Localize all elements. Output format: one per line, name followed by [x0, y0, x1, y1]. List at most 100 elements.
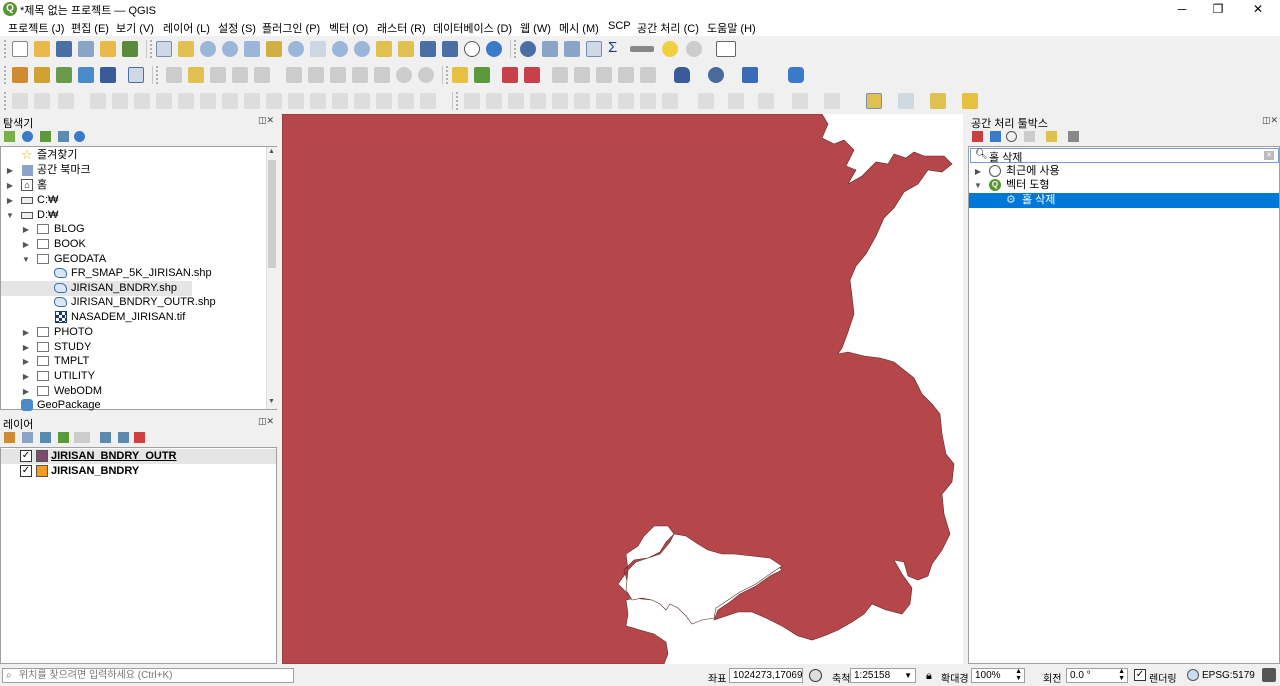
toolbar-grip[interactable] [4, 66, 8, 84]
new-print-layout-icon[interactable] [78, 41, 94, 57]
new-bookmark-icon[interactable] [420, 41, 436, 57]
layer-labeling-icon[interactable] [474, 67, 490, 83]
expand-all-icon[interactable] [100, 432, 111, 443]
toolbar-grip[interactable] [514, 40, 518, 58]
menu-layer[interactable]: 레이어 (L) [163, 20, 210, 36]
layer-visibility-checkbox[interactable]: ✓ [20, 450, 32, 462]
rotate-feature-icon[interactable] [90, 93, 106, 109]
browser-item[interactable]: NASADEM_JIRISAN.tif [1, 310, 265, 325]
show-hide-labels-icon[interactable] [524, 67, 540, 83]
merge-selected-icon[interactable] [332, 93, 348, 109]
add-selected-icon[interactable] [4, 131, 15, 142]
expand-arrow-icon[interactable]: ▶ [5, 178, 15, 193]
metasearch-icon[interactable] [708, 67, 724, 83]
reshape-features-icon[interactable] [244, 93, 260, 109]
ellipse-tool-icon[interactable] [618, 93, 634, 109]
crs-button[interactable]: EPSG:5179 [1202, 670, 1255, 681]
data-source-manager-icon[interactable] [12, 67, 28, 83]
menu-scp[interactable]: SCP [608, 20, 631, 32]
expand-arrow-icon[interactable]: ▶ [21, 340, 31, 355]
expand-arrow-icon[interactable]: ▶ [21, 325, 31, 340]
style-manager-icon[interactable] [122, 41, 138, 57]
shape-digitize-icon[interactable] [530, 93, 546, 109]
measure-icon[interactable] [630, 46, 654, 52]
toolbox-search-input[interactable]: 🔍︎ 홀 삭제 ✕ [970, 148, 1279, 164]
new-annotation-icon[interactable] [686, 41, 702, 57]
text-annotation-icon[interactable] [716, 41, 736, 57]
change-label-icon[interactable] [596, 67, 612, 83]
toolbox-group-recent[interactable]: ▶ 최근에 사용 [969, 164, 1279, 179]
new-map-view-icon[interactable] [376, 41, 392, 57]
expand-arrow-icon[interactable]: ▶ [973, 164, 983, 179]
toolbar-grip[interactable] [446, 66, 450, 84]
regular-polygon-icon[interactable] [662, 93, 678, 109]
current-edits-icon[interactable] [166, 67, 182, 83]
zoom-next-icon[interactable] [354, 41, 370, 57]
save-edits-icon[interactable] [210, 67, 226, 83]
scrollbar-thumb[interactable] [268, 160, 276, 268]
move-feature-icon[interactable] [58, 93, 74, 109]
expand-arrow-icon[interactable]: ▶ [5, 193, 15, 208]
fill-ring-icon[interactable] [178, 93, 194, 109]
zoom-full-icon[interactable] [244, 41, 260, 57]
new-geopackage-layer-icon[interactable] [34, 67, 50, 83]
save-project-icon[interactable] [56, 41, 72, 57]
cut-features-icon[interactable] [330, 67, 346, 83]
history-icon[interactable] [1006, 131, 1017, 142]
scripts-icon[interactable] [990, 131, 1001, 142]
filter-icon[interactable] [40, 131, 51, 142]
show-bookmarks-icon[interactable] [442, 41, 458, 57]
select-by-value-icon[interactable] [728, 93, 744, 109]
new-project-icon[interactable] [12, 41, 28, 57]
digitize-curve-icon[interactable] [34, 93, 50, 109]
panel-float-close-icon[interactable]: ◫✕ [258, 416, 274, 427]
collapse-arrow-icon[interactable]: ▼ [973, 178, 983, 193]
node-tool-icon[interactable] [574, 93, 590, 109]
add-group-icon[interactable] [22, 432, 33, 443]
move-label-icon[interactable] [552, 67, 568, 83]
statistical-summary-icon[interactable]: Σ [608, 39, 617, 56]
browser-item[interactable]: ▶ STUDY [1, 340, 265, 355]
chevron-down-icon[interactable]: ▼ [904, 669, 912, 682]
browser-item[interactable]: ☆ 즐겨찾기 [1, 147, 265, 163]
toolbox-algorithm-delete-holes[interactable]: ⚙ 홀 삭제 [969, 193, 1279, 208]
expand-arrow-icon[interactable]: ▶ [21, 237, 31, 252]
results-viewer-icon[interactable] [1024, 131, 1035, 142]
browser-item[interactable]: ▶ BLOG [1, 222, 265, 237]
processing-toolbox-icon[interactable] [586, 41, 602, 57]
browser-item[interactable]: FR_SMAP_5K_JIRISAN.shp [1, 266, 265, 281]
offset-point-symbols-icon[interactable] [398, 93, 414, 109]
add-raster-layer-icon[interactable] [78, 67, 94, 83]
add-delimited-text-icon[interactable] [100, 67, 116, 83]
remove-layer-icon[interactable] [134, 432, 145, 443]
simplify-feature-icon[interactable] [112, 93, 128, 109]
select-by-area-icon[interactable] [698, 93, 714, 109]
toolbar-grip[interactable] [150, 40, 154, 58]
menu-project[interactable]: 프로젝트 (J) [8, 20, 64, 36]
toolbar-grip[interactable] [156, 66, 160, 84]
menu-help[interactable]: 도움말 (H) [707, 20, 756, 36]
layer-symbol-swatch[interactable] [36, 450, 48, 462]
properties-icon[interactable] [74, 131, 85, 142]
deselect-all-icon[interactable] [758, 93, 774, 109]
render-checkbox[interactable]: ✓ [1134, 669, 1146, 681]
select-features-icon[interactable] [866, 93, 882, 109]
expand-arrow-icon[interactable]: ▶ [5, 163, 15, 178]
filter-expression-icon[interactable] [74, 432, 90, 443]
menu-settings[interactable]: 설정 (S) [218, 20, 256, 36]
magnifier-spinbox[interactable]: 100% ▲ ▼ [971, 668, 1025, 683]
collapse-all-icon[interactable] [118, 432, 129, 443]
toolbar-grip[interactable] [4, 40, 8, 58]
scroll-up-icon[interactable]: ▲ [268, 148, 275, 155]
label-options-icon[interactable] [640, 67, 656, 83]
menu-web[interactable]: 웹 (W) [520, 20, 551, 36]
toolbar-grip[interactable] [456, 92, 460, 110]
open-layer-styling-icon[interactable] [4, 432, 15, 443]
redo-icon[interactable] [418, 67, 434, 83]
edit-features-in-place-icon[interactable] [1046, 131, 1057, 142]
vertex-editor-icon[interactable] [552, 93, 568, 109]
messages-icon[interactable] [1262, 668, 1276, 682]
layer-symbol-swatch[interactable] [36, 465, 48, 477]
select-by-expression-icon[interactable] [962, 93, 978, 109]
zoom-last-icon[interactable] [332, 41, 348, 57]
